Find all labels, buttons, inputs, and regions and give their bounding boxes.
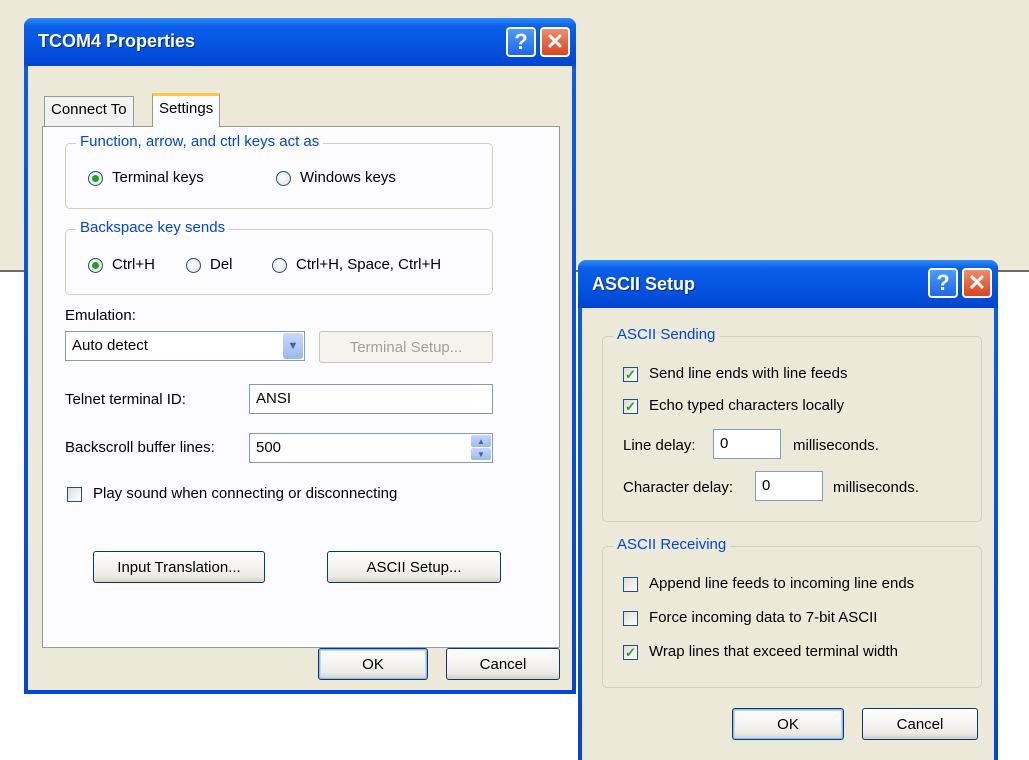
dialog-help-button[interactable]: ? <box>928 268 958 298</box>
send-line-ends-checkbox[interactable]: ✓ <box>623 367 638 382</box>
function-keys-group: Function, arrow, and ctrl keys act as Te… <box>65 133 493 209</box>
close-icon: ✕ <box>545 29 565 54</box>
terminal-keys-radio[interactable] <box>88 171 103 186</box>
echo-typed-checkbox[interactable]: ✓ <box>623 399 638 414</box>
terminal-setup-label: Terminal Setup... <box>349 338 463 356</box>
properties-window: TCOM4 Properties ? ✕ Connect To Settings… <box>24 18 576 694</box>
ascii-receiving-group: ASCII Receiving Append line feeds to inc… <box>602 536 982 688</box>
char-delay-unit: milliseconds. <box>833 479 919 496</box>
append-line-feeds-label: Append line feeds to incoming line ends <box>649 575 915 592</box>
backspace-group-title: Backspace key sends <box>76 219 230 236</box>
ascii-setup-label: ASCII Setup... <box>366 558 462 576</box>
backscroll-label: Backscroll buffer lines: <box>65 439 215 456</box>
force-7bit-checkbox[interactable] <box>623 611 638 626</box>
ascii-setup-button[interactable]: ASCII Setup... <box>327 551 501 583</box>
properties-titlebar[interactable]: TCOM4 Properties ? ✕ <box>24 18 576 66</box>
tab-settings-label: Settings <box>159 100 214 117</box>
wrap-lines-label: Wrap lines that exceed terminal width <box>649 643 899 660</box>
backscroll-input[interactable]: 500 ▲ ▼ <box>249 433 493 463</box>
line-delay-input[interactable]: 0 <box>713 429 781 459</box>
dialog-title: ASCII Setup <box>592 274 696 294</box>
wrap-lines-checkbox[interactable]: ✓ <box>623 645 638 660</box>
emulation-label: Emulation: <box>65 307 136 324</box>
tab-connect-to[interactable]: Connect To <box>44 96 134 126</box>
echo-typed-label: Echo typed characters locally <box>649 397 845 414</box>
line-delay-unit: milliseconds. <box>793 437 879 454</box>
ctrl-h-radio[interactable] <box>88 258 103 273</box>
telnet-id-value: ANSI <box>256 390 292 407</box>
windows-keys-label: Windows keys <box>300 169 396 186</box>
cancel-button[interactable]: Cancel <box>446 648 560 680</box>
dialog-cancel-label: Cancel <box>896 715 944 733</box>
append-line-feeds-checkbox[interactable] <box>623 577 638 592</box>
ok-button[interactable]: OK <box>318 648 428 680</box>
tab-connect-to-label: Connect To <box>51 101 127 118</box>
checkmark-icon: ✓ <box>625 367 636 382</box>
settings-tab-page: Function, arrow, and ctrl keys act as Te… <box>42 126 560 648</box>
del-radio[interactable] <box>186 258 201 273</box>
ascii-sending-title: ASCII Sending <box>613 326 720 343</box>
dialog-ok-button[interactable]: OK <box>732 708 844 740</box>
telnet-id-label: Telnet terminal ID: <box>65 391 186 408</box>
windows-keys-radio[interactable] <box>276 171 291 186</box>
char-delay-input[interactable]: 0 <box>755 471 823 501</box>
ctrl-h-space-label: Ctrl+H, Space, Ctrl+H <box>296 256 442 273</box>
input-translation-label: Input Translation... <box>117 558 241 576</box>
terminal-keys-label: Terminal keys <box>112 169 204 186</box>
ascii-sending-group: ASCII Sending ✓ Send line ends with line… <box>602 326 982 522</box>
ascii-setup-dialog: ASCII Setup ? ✕ ASCII Sending ✓ Send lin… <box>578 260 998 760</box>
del-label: Del <box>210 256 233 273</box>
cancel-label: Cancel <box>479 655 527 673</box>
properties-client: Connect To Settings Function, arrow, and… <box>28 66 572 690</box>
ctrl-h-space-radio[interactable] <box>272 258 287 273</box>
dialog-ok-label: OK <box>777 715 799 733</box>
spin-up-icon[interactable]: ▲ <box>471 435 491 447</box>
telnet-id-input[interactable]: ANSI <box>249 384 493 414</box>
tab-settings[interactable]: Settings <box>152 93 221 127</box>
char-delay-value: 0 <box>762 477 771 494</box>
window-title: TCOM4 Properties <box>38 31 196 51</box>
close-button[interactable]: ✕ <box>540 27 570 57</box>
input-translation-button[interactable]: Input Translation... <box>93 551 265 583</box>
backscroll-value: 500 <box>256 439 282 456</box>
emulation-select[interactable]: Auto detect ▼ <box>65 331 305 361</box>
help-icon: ? <box>514 29 528 54</box>
dialog-close-button[interactable]: ✕ <box>962 268 992 298</box>
force-7bit-label: Force incoming data to 7-bit ASCII <box>649 609 878 626</box>
backscroll-spinner[interactable]: ▲ ▼ <box>471 435 491 461</box>
backspace-group: Backspace key sends Ctrl+H Del Ctrl+H, S… <box>65 219 493 295</box>
checkmark-icon: ✓ <box>625 399 636 414</box>
function-keys-group-title: Function, arrow, and ctrl keys act as <box>76 133 324 150</box>
char-delay-label: Character delay: <box>623 479 734 496</box>
play-sound-label: Play sound when connecting or disconnect… <box>93 485 398 502</box>
dialog-cancel-button[interactable]: Cancel <box>862 708 978 740</box>
ascii-client: ASCII Sending ✓ Send line ends with line… <box>582 308 994 760</box>
play-sound-checkbox[interactable] <box>67 487 82 502</box>
emulation-value: Auto detect <box>72 337 148 354</box>
line-delay-value: 0 <box>720 435 729 452</box>
terminal-setup-button[interactable]: Terminal Setup... <box>319 331 493 363</box>
close-icon: ✕ <box>967 270 987 295</box>
ascii-titlebar[interactable]: ASCII Setup ? ✕ <box>578 260 998 308</box>
help-button[interactable]: ? <box>506 27 536 57</box>
help-icon: ? <box>936 270 950 295</box>
ascii-receiving-title: ASCII Receiving <box>613 536 731 553</box>
checkmark-icon: ✓ <box>625 645 636 660</box>
ok-label: OK <box>362 655 384 673</box>
send-line-ends-label: Send line ends with line feeds <box>649 365 848 382</box>
spin-down-icon[interactable]: ▼ <box>471 448 491 460</box>
line-delay-label: Line delay: <box>623 437 696 454</box>
ctrl-h-label: Ctrl+H <box>112 256 155 273</box>
chevron-down-icon[interactable]: ▼ <box>283 333 303 359</box>
